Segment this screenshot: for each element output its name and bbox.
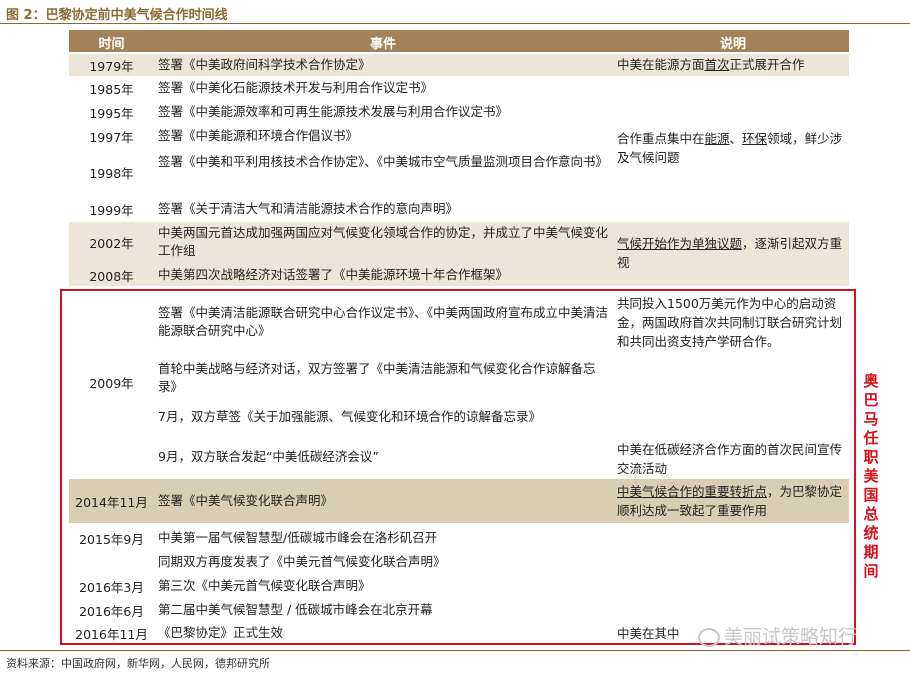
obama-era-label: 奥巴马任职美国总统期间 bbox=[863, 372, 879, 580]
figure-title: 图 2：巴黎协定前中美气候合作时间线 bbox=[6, 8, 228, 23]
wechat-icon bbox=[698, 628, 720, 647]
row-year: 1985年 bbox=[89, 81, 134, 97]
row-event: 签署《中美政府间科学技术合作协定》 bbox=[158, 57, 371, 72]
table-row: 1995年 签署《中美能源效率和可再生能源技术发展与利用合作议定书》 bbox=[69, 101, 849, 123]
row-year: 1999年 bbox=[89, 202, 134, 218]
row-year: 2008年 bbox=[89, 268, 134, 284]
row-year: 1998年 bbox=[89, 165, 134, 181]
table-row: 1985年 签署《中美化石能源技术开发与利用合作议定书》 bbox=[69, 77, 849, 99]
header-time: 时间 bbox=[98, 37, 125, 52]
obama-era-highlight-box bbox=[60, 289, 856, 645]
row-note: 中美在能源方面首次正式展开合作 bbox=[617, 57, 805, 72]
row-event: 中美两国元首达成加强两国应对气候变化领域合作的协定，并成立了中美气候变化工作组 bbox=[158, 225, 609, 258]
watermark-text: 美丽试策略知行 bbox=[724, 626, 858, 648]
row-year: 1997年 bbox=[89, 129, 134, 145]
row-note: 气候开始作为单独议题，逐渐引起双方重视 bbox=[617, 236, 843, 270]
row-event: 签署《中美化石能源技术开发与利用合作议定书》 bbox=[158, 80, 434, 95]
table-row: 1997年 签署《中美能源和环境合作倡议书》 合作重点集中在能源、环保领域，鲜少… bbox=[69, 125, 849, 165]
header-note: 说明 bbox=[719, 37, 746, 52]
row-event: 签署《关于清洁大气和清洁能源技术合作的意向声明》 bbox=[158, 201, 459, 216]
row-event: 签署《中美能源和环境合作倡议书》 bbox=[158, 128, 359, 143]
row-year: 1995年 bbox=[89, 105, 134, 121]
row-year: 2002年 bbox=[89, 235, 134, 251]
row-event: 中美第四次战略经济对话签署了《中美能源环境十年合作框架》 bbox=[158, 267, 509, 282]
header-event: 事件 bbox=[369, 37, 396, 52]
source-note: 资料来源：中国政府网，新华网，人民网，德邦研究所 bbox=[6, 657, 270, 670]
table-header: 时间 事件 说明 bbox=[69, 30, 849, 52]
row-event: 签署《中美能源效率和可再生能源技术发展与利用合作议定书》 bbox=[158, 104, 509, 119]
table-row: 1999年 签署《关于清洁大气和清洁能源技术合作的意向声明》 bbox=[69, 198, 849, 220]
row-event: 签署《中美和平利用核技术合作协定》、《中美城市空气质量监测项目合作意向书》 bbox=[158, 154, 609, 169]
table-row: 1998年 签署《中美和平利用核技术合作协定》、《中美城市空气质量监测项目合作意… bbox=[69, 150, 849, 194]
row-year: 1979年 bbox=[89, 58, 134, 74]
table-row: 2002年 中美两国元首达成加强两国应对气候变化领域合作的协定，并成立了中美气候… bbox=[69, 222, 849, 286]
bottom-divider bbox=[0, 650, 910, 651]
watermark: 美丽试策略知行 bbox=[698, 622, 857, 649]
table-row: 1979年 签署《中美政府间科学技术合作协定》 中美在能源方面首次正式展开合作 bbox=[69, 54, 849, 76]
title-divider bbox=[0, 23, 910, 24]
